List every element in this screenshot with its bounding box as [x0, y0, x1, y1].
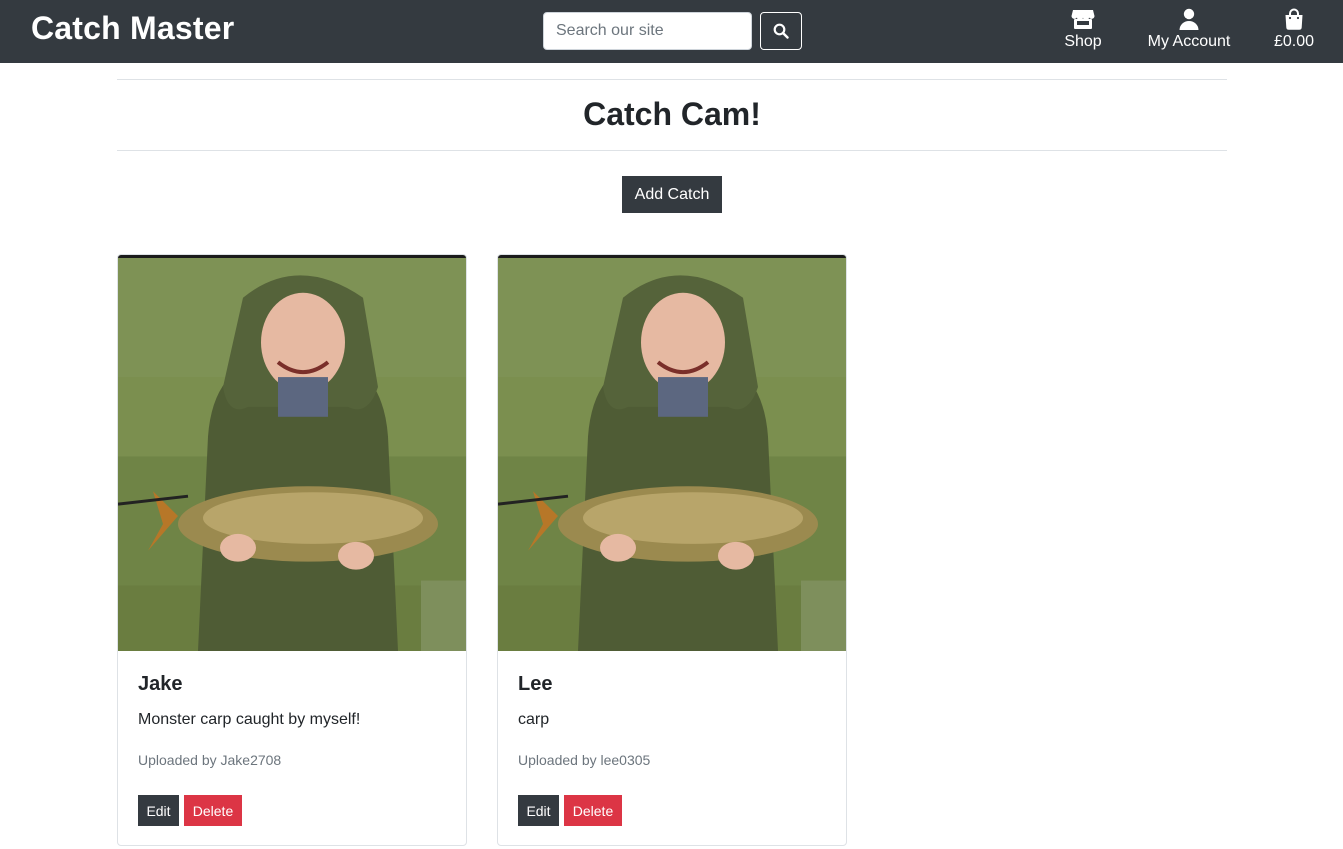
search-icon: [773, 23, 789, 39]
page-title: Catch Cam!: [583, 96, 761, 132]
delete-button[interactable]: Delete: [564, 795, 622, 826]
divider-bottom: [117, 150, 1227, 151]
search-input[interactable]: [543, 12, 752, 50]
nav-shop[interactable]: Shop: [1058, 6, 1108, 56]
user-icon: [1179, 6, 1199, 30]
nav-my-account-label: My Account: [1147, 33, 1231, 50]
divider-top: [117, 79, 1227, 80]
top-navbar: Catch Master Shop My Account: [0, 0, 1343, 63]
bag-total: £0.00: [1273, 33, 1315, 50]
nav-shop-label: Shop: [1064, 33, 1102, 50]
search-button[interactable]: [760, 12, 802, 50]
catch-angler-name: Lee: [518, 673, 553, 695]
catch-card: Jake Monster carp caught by myself! Uplo…: [117, 254, 467, 846]
catch-angler-name: Jake: [138, 673, 183, 695]
add-catch-button[interactable]: Add Catch: [622, 176, 722, 213]
catch-uploader: Uploaded by Jake2708: [138, 752, 282, 768]
catch-uploader: Uploaded by lee0305: [518, 752, 651, 768]
shopping-bag-icon: [1284, 6, 1304, 30]
nav-my-account[interactable]: My Account: [1140, 6, 1238, 56]
catch-description: Monster carp caught by myself!: [138, 711, 361, 728]
catch-card: Lee carp Uploaded by lee0305 Edit Delete: [497, 254, 847, 846]
brand-logo[interactable]: Catch Master: [31, 10, 234, 47]
edit-button[interactable]: Edit: [518, 795, 559, 826]
catch-photo: [498, 255, 846, 651]
edit-button[interactable]: Edit: [138, 795, 179, 826]
nav-shopping-bag[interactable]: £0.00: [1266, 6, 1322, 56]
catch-description: carp: [518, 711, 550, 728]
catch-photo: [118, 255, 466, 651]
delete-button[interactable]: Delete: [184, 795, 242, 826]
store-icon: [1071, 6, 1095, 30]
